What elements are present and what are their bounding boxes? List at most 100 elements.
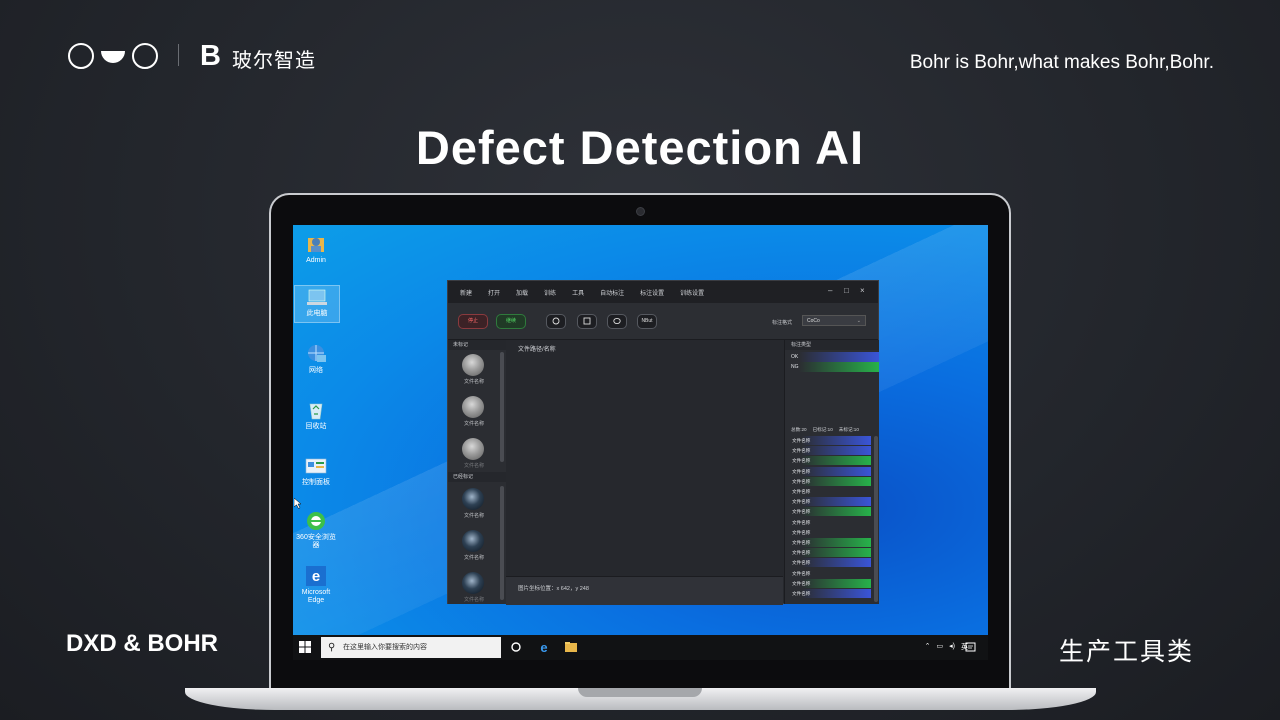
status-bar: 图片坐标位置：x 642，y 248	[506, 576, 783, 605]
menu-load[interactable]: 加载	[516, 288, 528, 297]
brand-b-logo: B	[200, 40, 221, 72]
desktop-icon-label: Microsoft Edge	[301, 589, 331, 604]
network-globe-icon	[305, 343, 327, 365]
desktop-icon-edge[interactable]: e Microsoft Edge	[294, 565, 338, 605]
file-list-scrollbar[interactable]	[874, 436, 878, 602]
thumbnail-label: 文件名称	[463, 379, 484, 385]
coordinate-readout: 图片坐标位置：x 642，y 248	[518, 586, 589, 592]
camera-icon	[636, 207, 645, 216]
marked-scrollbar[interactable]	[500, 486, 504, 600]
page-title: Defect Detection AI	[415, 121, 865, 174]
menu-open[interactable]: 打开	[488, 288, 500, 297]
file-list-row[interactable]: 文件名称	[789, 487, 871, 496]
toolbar: 停止 继续 NBut 标注格式 CoCo ⌄	[448, 303, 878, 340]
file-list-row[interactable]: 文件名称	[789, 446, 871, 456]
file-list-row[interactable]: 文件名称	[789, 578, 871, 588]
desktop-icon-360-browser[interactable]: 360安全浏览器	[294, 510, 338, 550]
laptop-notch	[578, 688, 702, 697]
image-canvas[interactable]: 文件路径/名称	[506, 340, 783, 576]
volume-icon[interactable]: ◂)	[949, 642, 955, 652]
menu-train-settings[interactable]: 训练设置	[680, 288, 704, 297]
label-types-title: 标注类型	[785, 340, 879, 350]
marked-thumbnail[interactable]	[462, 530, 484, 552]
marked-section-title: 已经标记	[448, 472, 506, 482]
svg-text:e: e	[540, 640, 547, 654]
chevron-up-icon[interactable]: ⌃	[925, 642, 931, 652]
notification-icon[interactable]	[965, 642, 976, 653]
annotation-app-window: 新建 打开 加载 训练 工具 自动标注 标注设置 训练设置 – □ × 停止 继…	[447, 280, 879, 605]
menu-label-settings[interactable]: 标注设置	[640, 288, 664, 297]
file-list-row[interactable]: 文件名称	[789, 538, 871, 547]
file-list-row[interactable]: 文件名称	[789, 518, 871, 527]
desktop-icon-label: 回收站	[305, 423, 327, 430]
marked-thumbnail[interactable]	[462, 572, 484, 594]
label-type-ok[interactable]: OK	[785, 352, 879, 362]
format-label: 标注格式	[772, 320, 793, 326]
windows-start-icon[interactable]	[299, 641, 311, 653]
maximize-button[interactable]: □	[844, 287, 849, 295]
minimize-button[interactable]: –	[828, 287, 832, 295]
mouse-cursor-icon	[294, 498, 302, 509]
file-list-row[interactable]: 文件名称	[789, 548, 871, 558]
brand-divider	[178, 44, 179, 66]
menu-train[interactable]: 训练	[544, 288, 556, 297]
unmarked-section-title: 未标记	[448, 340, 506, 350]
file-list-row[interactable]: 文件名称	[789, 456, 871, 466]
edge-taskbar-icon[interactable]: e	[537, 640, 551, 654]
system-tray: ⌃ ▭ ◂) 英	[925, 642, 968, 652]
format-value: CoCo	[807, 318, 820, 324]
svg-text:e: e	[312, 568, 320, 585]
computer-icon	[306, 286, 328, 308]
desktop-icon-recycle-bin[interactable]: 回收站	[294, 399, 338, 431]
format-select[interactable]: CoCo ⌄	[802, 315, 866, 326]
nbut-tool-button[interactable]: NBut	[637, 314, 657, 329]
file-list-row[interactable]: 文件名称	[789, 466, 871, 476]
unmarked-scrollbar[interactable]	[500, 352, 504, 462]
control-panel-icon	[305, 455, 327, 477]
user-folder-icon	[305, 233, 327, 255]
rect-tool-button[interactable]	[577, 314, 597, 329]
unmarked-thumbnail[interactable]	[462, 354, 484, 376]
desktop-icon-label: 控制面板	[302, 479, 330, 486]
file-list-row[interactable]: 文件名称	[789, 528, 871, 537]
square-tool-icon	[583, 317, 591, 325]
chevron-down-icon: ⌄	[856, 318, 861, 324]
network-icon[interactable]: ▭	[937, 642, 944, 652]
file-list-row[interactable]: 文件名称	[789, 569, 871, 578]
search-icon: ⚲	[328, 642, 336, 653]
brand-logo-marks	[67, 42, 159, 70]
menu-new[interactable]: 新建	[460, 288, 472, 297]
desktop-icon-control-panel[interactable]: 控制面板	[294, 455, 338, 487]
file-list-row[interactable]: 文件名称	[789, 436, 871, 445]
stop-button[interactable]: 停止	[458, 314, 488, 329]
marked-thumbnail[interactable]	[462, 488, 484, 510]
menu-auto-label[interactable]: 自动标注	[600, 288, 624, 297]
file-list-row[interactable]: 文件名称	[789, 589, 871, 598]
circle-logo-icon	[68, 43, 94, 69]
file-list-row[interactable]: 文件名称	[789, 507, 871, 517]
menu-tools[interactable]: 工具	[572, 288, 584, 297]
thumbnail-label: 文件名称	[463, 463, 484, 469]
circle-tool-button[interactable]	[546, 314, 566, 329]
taskbar: ⚲ 在这里输入你要搜索的内容 e ⌃ ▭ ◂) 英	[293, 635, 988, 660]
close-button[interactable]: ×	[860, 287, 865, 295]
thumbnail-label: 文件名称	[463, 597, 484, 603]
desktop-icon-admin[interactable]: Admin	[294, 233, 338, 265]
file-list-row[interactable]: 文件名称	[789, 476, 871, 486]
desktop-icon-network[interactable]: 网络	[294, 343, 338, 375]
label-counts: 总数:20 已标记:10 未标记:10	[785, 425, 879, 435]
label-pane: 标注类型 OK NG 总数:20 已标记:10 未标记:10 文件名称 文件名称文…	[784, 340, 879, 604]
file-list-row[interactable]: 文件名称	[789, 558, 871, 568]
ellipse-tool-button[interactable]	[607, 314, 627, 329]
file-explorer-icon[interactable]	[564, 640, 578, 654]
cortana-icon[interactable]	[509, 640, 523, 654]
footer-credit: DXD & BOHR	[66, 630, 219, 657]
continue-button[interactable]: 继续	[496, 314, 526, 329]
menu-bar: 新建 打开 加载 训练 工具 自动标注 标注设置 训练设置	[448, 281, 878, 303]
unmarked-thumbnail[interactable]	[462, 438, 484, 460]
unmarked-thumbnail[interactable]	[462, 396, 484, 418]
desktop-icon-this-pc[interactable]: 此电脑	[294, 285, 340, 323]
label-type-ng[interactable]: NG	[785, 362, 879, 372]
file-list-row[interactable]: 文件名称	[789, 497, 871, 507]
taskbar-search-box[interactable]: ⚲ 在这里输入你要搜索的内容	[321, 637, 501, 658]
